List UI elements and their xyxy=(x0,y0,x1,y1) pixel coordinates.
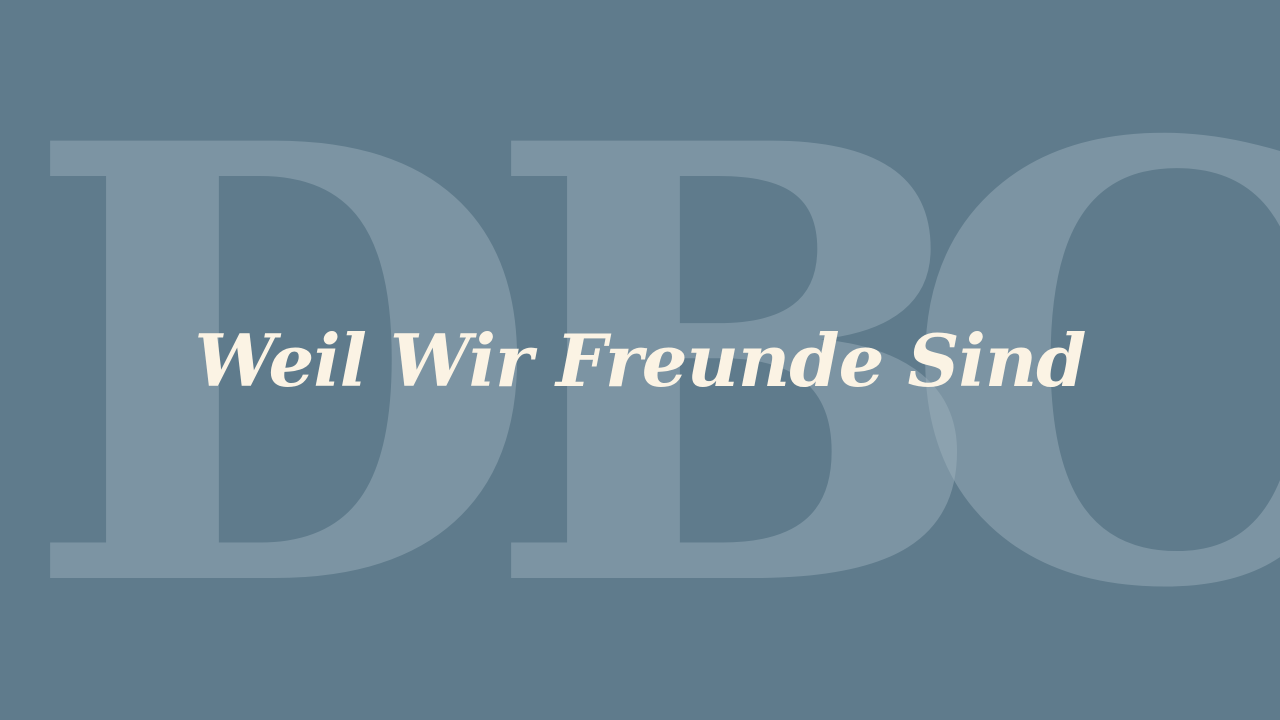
title-text: Weil Wir Freunde Sind xyxy=(194,318,1086,403)
slide-canvas: D B C Weil Wir Freunde Sind xyxy=(0,0,1280,720)
